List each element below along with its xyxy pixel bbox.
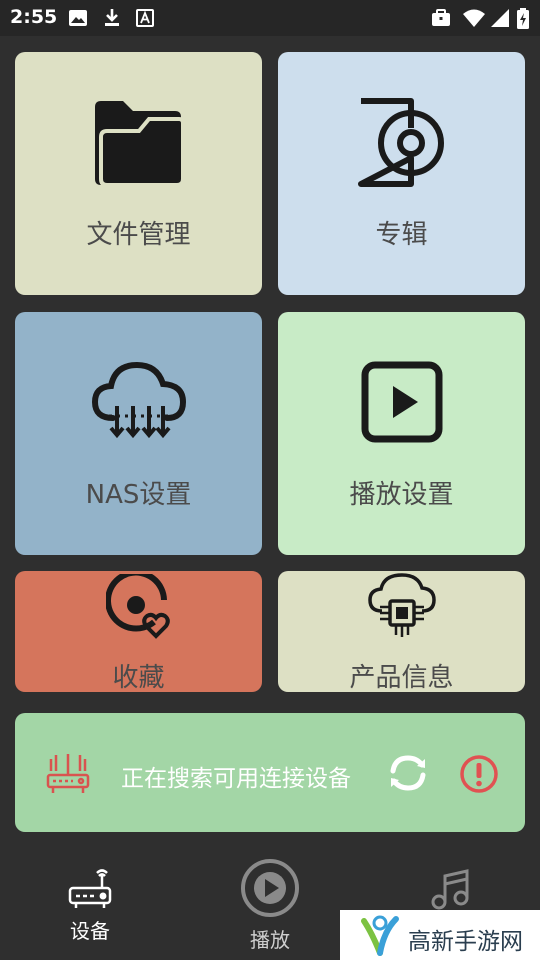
cloud-chip-icon — [367, 573, 436, 637]
product-info-label: 产品信息 — [349, 663, 454, 692]
nav-play-label: 播放 — [250, 928, 290, 952]
play-circle-icon — [241, 859, 299, 917]
battery-icon — [517, 8, 529, 29]
refresh-icon[interactable] — [387, 753, 429, 793]
favorite-disc-icon — [105, 574, 170, 639]
music-note-icon — [431, 869, 469, 910]
search-status-text: 正在搜索可用连接设备 — [121, 766, 351, 792]
download-icon — [105, 9, 119, 26]
device-router-icon — [68, 869, 112, 908]
folder-icon — [94, 101, 185, 187]
album-label: 专辑 — [375, 220, 428, 250]
playback-settings-label: 播放设置 — [349, 480, 454, 510]
briefcase-icon — [432, 9, 450, 26]
album-disc-icon — [357, 98, 444, 187]
wifi-icon — [463, 9, 485, 27]
favorites-tile[interactable]: 收藏 — [15, 571, 262, 692]
watermark-logo-icon — [361, 915, 399, 956]
favorites-label: 收藏 — [112, 663, 165, 692]
nas-settings-label: NAS设置 — [85, 480, 192, 510]
status-time: 2:55 — [10, 6, 58, 28]
status-bar: 2:55 — [0, 0, 540, 36]
nav-devices[interactable]: 设备 — [0, 846, 180, 960]
file-management-label: 文件管理 — [86, 220, 191, 250]
watermark: 高新手游网 — [340, 910, 540, 960]
text-a-icon — [136, 9, 154, 27]
device-search-banner: 正在搜索可用连接设备 — [15, 713, 525, 832]
play-square-icon — [361, 361, 442, 443]
playback-settings-tile[interactable]: 播放设置 — [278, 312, 525, 555]
signal-icon — [491, 9, 509, 27]
nas-settings-tile[interactable]: NAS设置 — [15, 312, 262, 555]
nav-devices-label: 设备 — [70, 919, 110, 943]
image-icon — [69, 10, 87, 26]
product-info-tile[interactable]: 产品信息 — [278, 571, 525, 692]
nav-play[interactable]: 播放 — [180, 846, 360, 960]
alert-icon[interactable] — [459, 754, 499, 794]
album-tile[interactable]: 专辑 — [278, 52, 525, 295]
router-icon — [46, 754, 90, 793]
file-management-tile[interactable]: 文件管理 — [15, 52, 262, 295]
watermark-text: 高新手游网 — [408, 929, 523, 955]
cloud-download-icon — [91, 361, 186, 439]
